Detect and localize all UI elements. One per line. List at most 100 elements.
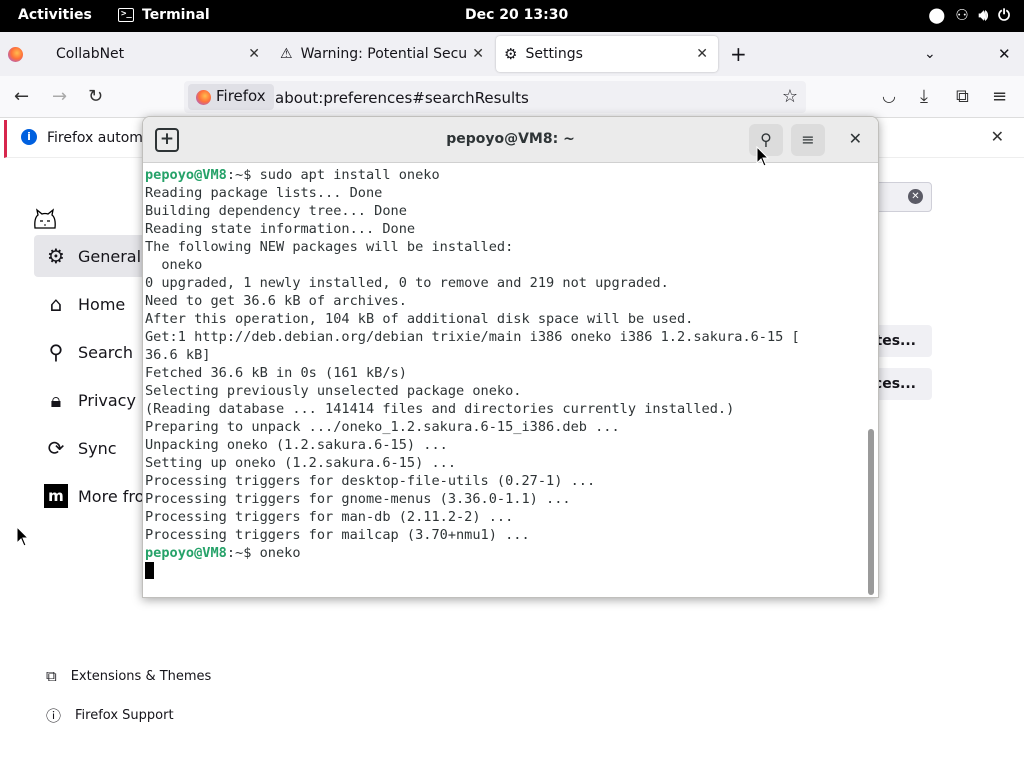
mouse-pointer-icon bbox=[16, 526, 30, 547]
tab-warning[interactable]: ⚠ Warning: Potential Securi ✕ bbox=[272, 36, 492, 72]
close-icon[interactable]: ✕ bbox=[472, 46, 484, 62]
close-icon[interactable]: ✕ bbox=[849, 129, 862, 148]
url-text[interactable]: about:preferences#searchResults bbox=[275, 89, 529, 107]
tab-label: Warning: Potential Securi bbox=[300, 46, 466, 62]
search-icon: ⚲ bbox=[48, 340, 64, 364]
sidebar-item-label: General bbox=[78, 246, 142, 266]
terminal-line: Preparing to unpack .../oneko_1.2.sakura… bbox=[145, 418, 863, 436]
new-tab-icon[interactable]: + bbox=[730, 36, 750, 72]
close-icon[interactable]: ✕ bbox=[248, 46, 260, 62]
sidebar-item-sync[interactable]: ⟳ Sync bbox=[34, 427, 154, 469]
oneko-cat-icon bbox=[34, 208, 56, 229]
firefox-support-link[interactable]: ⓘ Firefox Support bbox=[46, 705, 174, 726]
terminal-line-text: Fetched 36.6 kB in 0s (161 kB/s) bbox=[145, 365, 407, 381]
app-menu[interactable]: >_ Terminal bbox=[118, 7, 210, 23]
sidebar-item-more-from-mozilla[interactable]: m More fro bbox=[34, 475, 154, 517]
terminal-line: Setting up oneko (1.2.sakura.6-15) ... bbox=[145, 454, 863, 472]
back-icon[interactable]: ← bbox=[14, 86, 29, 107]
sidebar-item-label: More fro bbox=[78, 486, 145, 506]
download-icon[interactable]: ⤓ bbox=[920, 86, 928, 107]
extensions-themes-link[interactable]: ⧉ Extensions & Themes bbox=[46, 667, 211, 685]
tab-collabnet[interactable]: CollabNet ✕ bbox=[44, 36, 270, 72]
terminal-line: oneko bbox=[145, 256, 863, 274]
firefox-nav-bar: ← → ↻ Firefox about:preferences#searchRe… bbox=[0, 76, 1024, 118]
terminal-line: pepoyo@VM8:~$ oneko bbox=[145, 544, 863, 562]
clear-search-icon[interactable]: ✕ bbox=[908, 189, 923, 204]
mouse-pointer-icon bbox=[756, 146, 770, 167]
sync-icon: ⟳ bbox=[47, 436, 65, 460]
terminal-line-text: The following NEW packages will be insta… bbox=[145, 239, 514, 255]
terminal-line-text: Reading package lists... Done bbox=[145, 185, 383, 201]
lock-icon: 🔒︎ bbox=[50, 388, 62, 412]
terminal-cursor-line bbox=[145, 562, 863, 580]
terminal-line: Processing triggers for desktop-file-uti… bbox=[145, 472, 863, 490]
close-icon[interactable]: ✕ bbox=[696, 46, 708, 62]
terminal-line: The following NEW packages will be insta… bbox=[145, 238, 863, 256]
terminal-line: (Reading database ... 141414 files and d… bbox=[145, 400, 863, 418]
sidebar-item-privacy[interactable]: 🔒︎ Privacy & bbox=[34, 379, 154, 421]
terminal-line: 0 upgraded, 1 newly installed, 0 to remo… bbox=[145, 274, 863, 292]
terminal-window[interactable]: + pepoyo@VM8: ~ ⚲ ≡ ✕ pepoyo@VM8:~$ sudo… bbox=[142, 116, 879, 598]
home-icon: ⌂ bbox=[49, 292, 63, 316]
sidebar-item-label: Search bbox=[78, 342, 133, 362]
gear-icon: ⚙ bbox=[504, 45, 518, 63]
mozilla-icon: m bbox=[44, 484, 68, 508]
close-icon[interactable]: ✕ bbox=[991, 127, 1004, 146]
terminal-line-text: Processing triggers for desktop-file-uti… bbox=[145, 473, 596, 489]
terminal-line: Processing triggers for mailcap (3.70+nm… bbox=[145, 526, 863, 544]
terminal-scrollbar[interactable] bbox=[868, 429, 874, 595]
terminal-line-text: Reading state information... Done bbox=[145, 221, 416, 237]
terminal-line-text: :~$ sudo apt install oneko bbox=[226, 167, 440, 183]
identity-label: Firefox bbox=[216, 87, 266, 105]
pocket-icon[interactable]: ◡ bbox=[882, 86, 896, 105]
terminal-line: Unpacking oneko (1.2.sakura.6-15) ... bbox=[145, 436, 863, 454]
terminal-line-text: Unpacking oneko (1.2.sakura.6-15) ... bbox=[145, 437, 448, 453]
sidebar-item-home[interactable]: ⌂ Home bbox=[34, 283, 154, 325]
reload-icon[interactable]: ↻ bbox=[88, 86, 103, 107]
clock[interactable]: Dec 20 13:30 bbox=[465, 7, 568, 23]
terminal-line: Selecting previously unselected package … bbox=[145, 382, 863, 400]
gear-icon: ⚙ bbox=[47, 244, 65, 268]
terminal-line: Building dependency tree... Done bbox=[145, 202, 863, 220]
warning-icon: ⚠ bbox=[280, 46, 293, 62]
terminal-line: Reading package lists... Done bbox=[145, 184, 863, 202]
info-icon: i bbox=[21, 129, 37, 145]
extensions-icon[interactable]: ⧉ bbox=[956, 86, 969, 107]
firefox-icon bbox=[8, 46, 23, 62]
terminal-line-text: Processing triggers for mailcap (3.70+nm… bbox=[145, 527, 530, 543]
menu-icon[interactable]: ≡ bbox=[992, 86, 1007, 107]
terminal-line-text: Preparing to unpack .../oneko_1.2.sakura… bbox=[145, 419, 620, 435]
terminal-line: Reading state information... Done bbox=[145, 220, 863, 238]
extensions-themes-label: Extensions & Themes bbox=[70, 668, 212, 684]
tab-list-icon[interactable]: ⌄ bbox=[924, 36, 944, 72]
terminal-output[interactable]: pepoyo@VM8:~$ sudo apt install oneko Read… bbox=[145, 166, 863, 596]
activities-button[interactable]: Activities bbox=[18, 7, 92, 23]
terminal-line: 36.6 kB] bbox=[145, 346, 863, 364]
identity-box[interactable]: Firefox bbox=[188, 84, 274, 110]
accessibility-icon: ⚇ bbox=[955, 6, 969, 24]
bookmark-star-icon[interactable]: ☆ bbox=[782, 86, 798, 107]
terminal-line-text: Processing triggers for gnome-menus (3.3… bbox=[145, 491, 571, 507]
terminal-line: Get:1 http://deb.debian.org/debian trixi… bbox=[145, 328, 863, 346]
power-icon: ⏻ bbox=[998, 6, 1010, 24]
sidebar-item-search[interactable]: ⚲ Search bbox=[34, 331, 154, 373]
terminal-line-text: 0 upgraded, 1 newly installed, 0 to remo… bbox=[145, 275, 669, 291]
system-tray[interactable]: ⬤ ⚇ 🔊︎ ⏻ bbox=[928, 6, 1010, 24]
sidebar-item-label: Home bbox=[78, 294, 126, 314]
terminal-line-text: Get:1 http://deb.debian.org/debian trixi… bbox=[145, 329, 800, 345]
oneko-cat-icon bbox=[32, 208, 58, 232]
terminal-line-text: Processing triggers for man-db (2.11.2-2… bbox=[145, 509, 514, 525]
terminal-line-text: oneko bbox=[145, 257, 203, 273]
firefox-view-button[interactable] bbox=[8, 36, 30, 72]
forward-icon[interactable]: → bbox=[52, 86, 67, 107]
terminal-cursor bbox=[145, 562, 154, 579]
close-icon[interactable]: ✕ bbox=[998, 36, 1018, 72]
terminal-line: Fetched 36.6 kB in 0s (161 kB/s) bbox=[145, 364, 863, 382]
terminal-line: Need to get 36.6 kB of archives. bbox=[145, 292, 863, 310]
menu-icon[interactable]: ≡ bbox=[791, 124, 825, 156]
terminal-line-text: (Reading database ... 141414 files and d… bbox=[145, 401, 735, 417]
terminal-line-text: Selecting previously unselected package … bbox=[145, 383, 522, 399]
sidebar-item-general[interactable]: ⚙ General bbox=[34, 235, 154, 277]
url-bar[interactable]: Firefox about:preferences#searchResults … bbox=[184, 81, 806, 113]
tab-settings[interactable]: ⚙ Settings ✕ bbox=[496, 36, 718, 72]
